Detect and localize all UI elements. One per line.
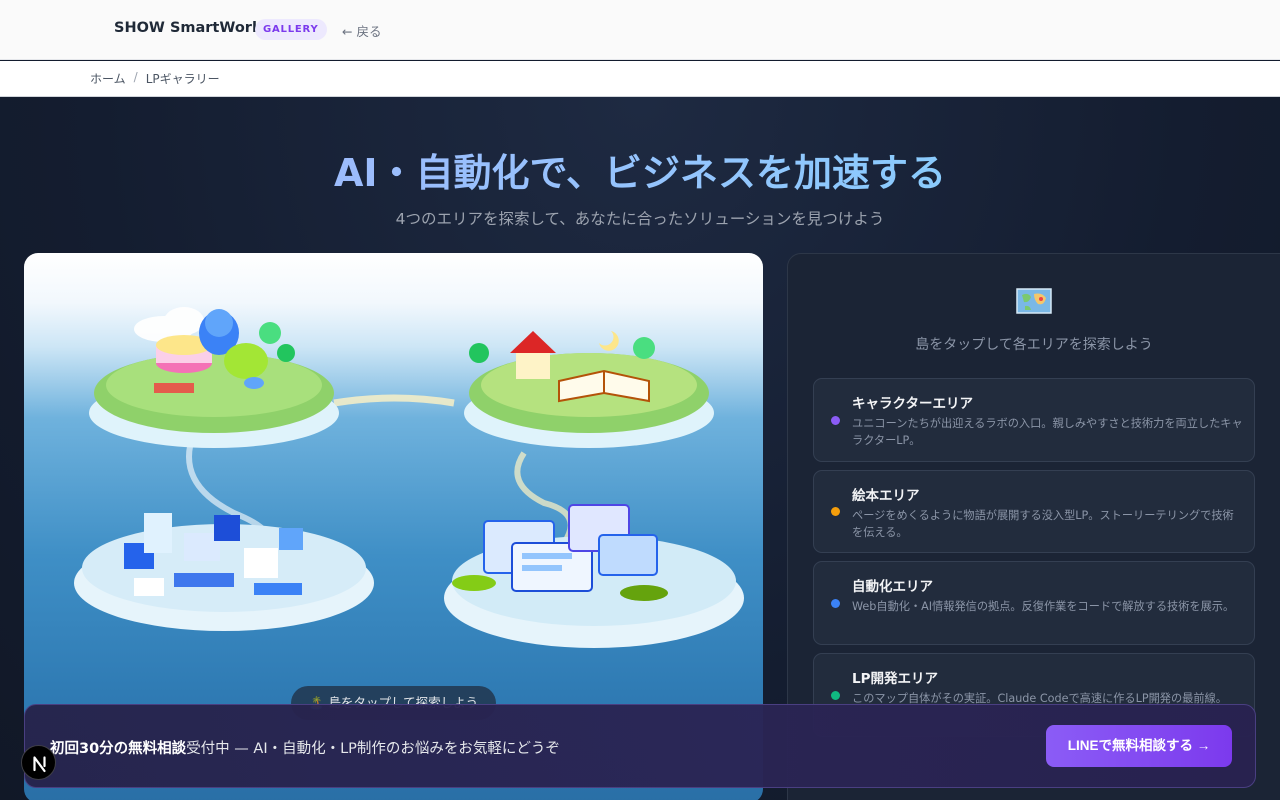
cta-text: 受付中 — AI・自動化・LP制作のお悩みをお気軽にどうぞ (186, 741, 560, 757)
area-dot (831, 691, 840, 700)
cta-message: 初回30分の無料相談受付中 — AI・自動化・LP制作のお悩みをお気軽にどうぞ (50, 737, 560, 758)
area-description: ユニコーンたちが出迎えるラボの入口。親しみやすさと技術力を両立したキャラクターL… (852, 417, 1243, 447)
top-navigation-bar: SHOW SmartWork GALLERY ← 戻る (0, 0, 1280, 60)
breadcrumb-bar: ホーム / LPギャラリー (0, 61, 1280, 97)
lp-development-island[interactable] (444, 504, 744, 648)
area-title: 自動化エリア (852, 579, 933, 595)
area-card-automation[interactable]: 自動化エリア Web自動化・AI情報発信の拠点。反復作業をコードで解放する技術を… (813, 561, 1255, 645)
hero-subtitle: 4つのエリアを探索して、あなたに合ったソリューションを見つけよう (395, 210, 885, 228)
automation-island[interactable] (74, 513, 374, 631)
hero-title: AI・自動化で、ビジネスを加速する (0, 142, 1280, 197)
area-description: Web自動化・AI情報発信の拠点。反復作業をコードで解放する技術を展示。 (852, 600, 1235, 613)
breadcrumb: ホーム / LPギャラリー (90, 70, 220, 87)
panel-hint: 島をタップして各エリアを探索しよう (915, 337, 1153, 353)
bridge-path (333, 394, 455, 407)
picture-book-island[interactable] (464, 331, 714, 448)
area-dot (831, 507, 840, 516)
area-card-character[interactable]: キャラクターエリア ユニコーンたちが出迎えるラボの入口。親しみやすさと技術力を両… (813, 378, 1255, 462)
nextjs-dev-indicator[interactable] (21, 745, 56, 780)
area-card-picture-book[interactable]: 絵本エリア ページをめくるように物語が展開する没入型LP。ストーリーテリングで技… (813, 470, 1255, 553)
line-consultation-button[interactable]: LINEで無料相談する → (1046, 725, 1232, 767)
world-map-icon (1016, 288, 1052, 314)
gallery-badge: GALLERY (255, 19, 327, 40)
main-content: AI・自動化で、ビジネスを加速する 4つのエリアを探索して、あなたに合ったソリュ… (0, 97, 1280, 800)
nextjs-logo-icon (33, 756, 46, 773)
character-island[interactable] (89, 309, 339, 448)
area-title: 絵本エリア (852, 488, 920, 504)
breadcrumb-current: LPギャラリー (145, 72, 220, 86)
breadcrumb-home[interactable]: ホーム (90, 70, 126, 87)
area-dot (831, 599, 840, 608)
back-link[interactable]: ← 戻る (342, 21, 381, 40)
cta-highlight: 初回30分の無料相談 (50, 741, 187, 757)
breadcrumb-separator: / (133, 70, 138, 84)
area-description: ページをめくるように物語が展開する没入型LP。ストーリーテリングで技術を伝える。 (852, 509, 1234, 539)
area-title: キャラクターエリア (852, 396, 973, 412)
brand-name[interactable]: SHOW SmartWork (114, 20, 262, 36)
cta-banner: 初回30分の無料相談受付中 — AI・自動化・LP制作のお悩みをお気軽にどうぞ … (24, 704, 1256, 788)
area-dot (831, 416, 840, 425)
area-title: LP開発エリア (852, 671, 938, 687)
